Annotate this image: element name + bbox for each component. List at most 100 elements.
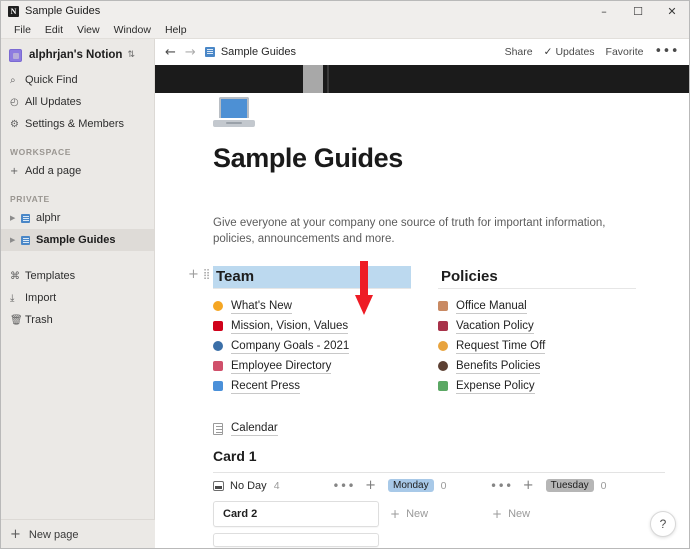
menu-help[interactable]: Help xyxy=(158,21,194,39)
breadcrumb-page-icon xyxy=(204,47,215,57)
board-group-header-monday: Monday 0 xyxy=(388,479,490,492)
check-icon: ✓ xyxy=(543,46,553,58)
main-content: ← → Sample Guides Share ✓ Updates Favorit… xyxy=(155,39,689,548)
section-title-workspace: WORKSPACE xyxy=(10,147,71,157)
new-card-button-tuesday[interactable]: + New xyxy=(490,501,665,527)
calendar-link-label: Calendar xyxy=(231,422,278,436)
updates-button[interactable]: ✓ Updates xyxy=(544,46,595,58)
car-icon xyxy=(438,321,456,331)
link-company-goals-2021[interactable]: Company Goals - 2021 xyxy=(213,336,411,356)
megaphone-icon xyxy=(213,381,231,391)
star-icon xyxy=(213,301,231,311)
group-count: 4 xyxy=(273,479,280,492)
app-body: alphrjan's Notion ⇅ ⌕ Quick Find ◴ All U… xyxy=(1,39,689,548)
menu-view[interactable]: View xyxy=(70,21,107,39)
minimize-icon[interactable]: – xyxy=(587,1,621,21)
group-add-icon[interactable]: + xyxy=(365,479,376,492)
laptop-screen xyxy=(219,97,249,118)
new-page-button[interactable]: + New page xyxy=(1,519,155,548)
link-office-manual[interactable]: Office Manual xyxy=(438,296,636,316)
board-card[interactable]: Card 2 xyxy=(213,501,379,527)
link-mission-vision-values[interactable]: Mission, Vision, Values xyxy=(213,316,411,336)
window-title: Sample Guides xyxy=(25,5,101,17)
book-icon xyxy=(438,301,456,311)
sidebar-item-add-a-page[interactable]: + Add a page xyxy=(1,160,154,182)
link-label: Company Goals - 2021 xyxy=(231,339,350,354)
link-label: Benefits Policies xyxy=(456,359,541,374)
help-button[interactable]: ? xyxy=(650,511,676,537)
two-column-block: + ⣿ Team What's New Mission, Vision, Val… xyxy=(188,266,689,396)
link-request-time-off[interactable]: Request Time Off xyxy=(438,336,636,356)
link-label: Recent Press xyxy=(231,379,301,394)
page-cover-image[interactable] xyxy=(155,65,689,93)
sidebar-item-templates[interactable]: ⌘ Templates xyxy=(1,265,154,287)
group-chip-monday[interactable]: Monday xyxy=(388,479,434,492)
group-name[interactable]: No Day xyxy=(230,480,267,492)
sidebar-page-alphr[interactable]: ▶ alphr xyxy=(1,207,154,229)
more-options-icon[interactable]: ••• xyxy=(654,45,679,58)
sidebar-item-import[interactable]: ⤓ Import xyxy=(1,287,154,309)
chevron-right-icon[interactable]: ▶ xyxy=(10,236,21,244)
link-recent-press[interactable]: Recent Press xyxy=(213,376,411,396)
board-card-partial[interactable] xyxy=(213,533,379,547)
coffee-icon xyxy=(438,361,456,371)
link-calendar[interactable]: Calendar xyxy=(213,421,689,436)
column-heading-team[interactable]: Team xyxy=(213,266,411,289)
trash-icon: 🗑 xyxy=(10,314,23,326)
block-handles: + ⣿ xyxy=(188,268,210,281)
board-group-headers: No Day 4 ••• + Monday 0 ••• + Tuesday 0 xyxy=(213,479,665,492)
sidebar-page-sample-guides[interactable]: ▶ Sample Guides xyxy=(1,229,154,251)
sidebar: alphrjan's Notion ⇅ ⌕ Quick Find ◴ All U… xyxy=(1,39,155,548)
drag-handle-icon[interactable]: ⣿ xyxy=(203,269,210,280)
link-employee-directory[interactable]: Employee Directory xyxy=(213,356,411,376)
document-icon xyxy=(213,422,223,435)
page-intro-text[interactable]: Give everyone at your company one source… xyxy=(213,215,613,247)
sidebar-item-all-updates[interactable]: ◴ All Updates xyxy=(1,91,154,113)
page-content: Sample Guides Give everyone at your comp… xyxy=(155,97,689,548)
search-icon: ⌕ xyxy=(10,74,16,86)
menu-file[interactable]: File xyxy=(7,21,38,39)
page-emoji-laptop-icon[interactable] xyxy=(213,97,255,131)
group-more-icon[interactable]: ••• xyxy=(332,480,355,492)
new-card-label: New xyxy=(508,508,531,520)
favorite-button[interactable]: Favorite xyxy=(606,46,644,58)
board-column-tuesday: + New xyxy=(490,501,665,548)
share-button[interactable]: Share xyxy=(505,46,533,58)
page-title[interactable]: Sample Guides xyxy=(213,143,689,174)
window-titlebar: N Sample Guides – ☐ ✕ xyxy=(1,1,689,21)
breadcrumb[interactable]: Sample Guides xyxy=(221,46,296,58)
no-day-icon xyxy=(213,480,224,491)
sidebar-label-all-updates: All Updates xyxy=(25,96,82,108)
group-add-icon[interactable]: + xyxy=(523,479,534,492)
target-icon xyxy=(213,341,231,351)
clock-icon: ◴ xyxy=(10,96,19,108)
board-title-card1[interactable]: Card 1 xyxy=(213,448,689,464)
close-icon[interactable]: ✕ xyxy=(655,1,689,21)
link-whats-new[interactable]: What's New xyxy=(213,296,411,316)
sidebar-label-quick-find: Quick Find xyxy=(25,74,78,86)
group-chip-tuesday[interactable]: Tuesday xyxy=(545,479,594,492)
page-icon xyxy=(21,213,30,223)
sidebar-item-trash[interactable]: 🗑 Trash xyxy=(1,309,154,331)
column-heading-policies[interactable]: Policies xyxy=(438,266,636,289)
link-vacation-policy[interactable]: Vacation Policy xyxy=(438,316,636,336)
plus-icon: + xyxy=(390,507,401,521)
link-expense-policy[interactable]: Expense Policy xyxy=(438,376,636,396)
back-arrow-icon[interactable]: ← xyxy=(165,46,176,59)
menu-edit[interactable]: Edit xyxy=(38,21,70,39)
forward-arrow-icon[interactable]: → xyxy=(185,46,196,59)
group-more-icon[interactable]: ••• xyxy=(490,480,513,492)
section-title-private: PRIVATE xyxy=(10,194,50,204)
new-card-button-monday[interactable]: + New xyxy=(388,501,490,527)
workspace-switcher[interactable]: alphrjan's Notion ⇅ xyxy=(1,41,154,69)
add-block-icon[interactable]: + xyxy=(188,268,199,281)
menu-window[interactable]: Window xyxy=(107,21,158,39)
sidebar-item-settings-members[interactable]: ⚙ Settings & Members xyxy=(1,113,154,135)
chevron-right-icon[interactable]: ▶ xyxy=(10,214,21,222)
link-benefits-policies[interactable]: Benefits Policies xyxy=(438,356,636,376)
sidebar-item-quick-find[interactable]: ⌕ Quick Find xyxy=(1,69,154,91)
notion-logo-icon: N xyxy=(8,5,19,17)
laptop-base xyxy=(213,120,255,127)
link-label: Employee Directory xyxy=(231,359,332,374)
maximize-icon[interactable]: ☐ xyxy=(621,1,655,21)
